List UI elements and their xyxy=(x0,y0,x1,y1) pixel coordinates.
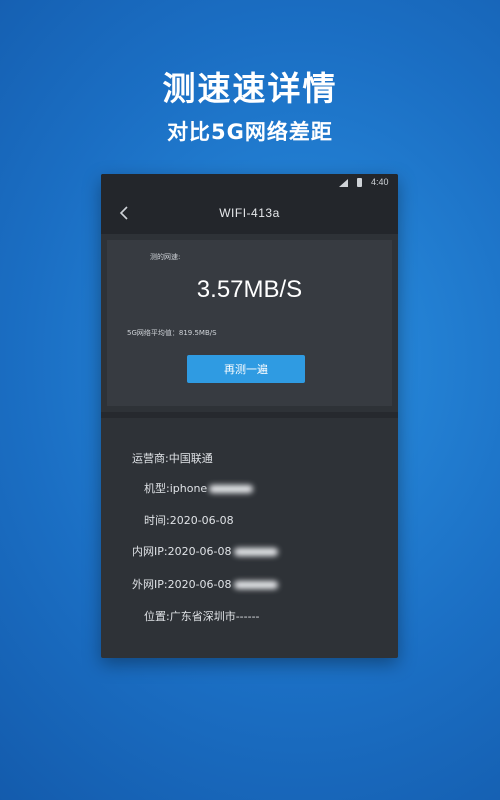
location-row: 位置:广东省深圳市------ xyxy=(144,608,260,624)
time-text: 时间:2020-06-08 xyxy=(144,514,234,527)
redacted-mask xyxy=(233,548,278,556)
model-row: 机型:iphone xyxy=(144,480,254,496)
carrier-row: 运营商:中国联通 xyxy=(132,450,213,466)
signal-icon xyxy=(339,179,348,187)
promo-subtitle: 对比5G网络差距 xyxy=(167,120,333,144)
battery-icon xyxy=(357,178,362,187)
lan-ip-row: 内网IP:2020-06-08 xyxy=(132,543,278,559)
time-row: 时间:2020-06-08 xyxy=(144,512,234,528)
wan-ip-text: 外网IP:2020-06-08 xyxy=(132,578,232,591)
carrier-text: 运营商:中国联通 xyxy=(132,452,213,465)
status-bar: 4:40 xyxy=(101,174,398,192)
phone-screen: 4:40 WIFI-413a 测的网速: 3.57MB/S 5G网络平均值：81… xyxy=(101,174,398,658)
speed-result-card: 测的网速: 3.57MB/S 5G网络平均值：819.5MB/S 再测一遍 xyxy=(107,240,392,406)
section-divider xyxy=(101,412,398,418)
wan-ip-row: 外网IP:2020-06-08 xyxy=(132,576,278,592)
speed-label: 测的网速: xyxy=(150,253,181,261)
retest-button[interactable]: 再测一遍 xyxy=(187,355,305,383)
nav-bar: WIFI-413a xyxy=(101,192,398,234)
5g-average-label: 5G网络平均值：819.5MB/S xyxy=(127,329,217,337)
promo-title: 测速速详情 xyxy=(162,69,338,108)
redacted-mask xyxy=(233,581,278,589)
location-text: 位置:广东省深圳市------ xyxy=(144,610,260,623)
redacted-mask xyxy=(209,485,254,493)
status-time: 4:40 xyxy=(371,177,389,187)
model-text: 机型:iphone xyxy=(144,482,208,495)
lan-ip-text: 内网IP:2020-06-08 xyxy=(132,545,232,558)
speed-value: 3.57MB/S xyxy=(196,276,303,303)
network-name-title: WIFI-413a xyxy=(219,206,280,220)
